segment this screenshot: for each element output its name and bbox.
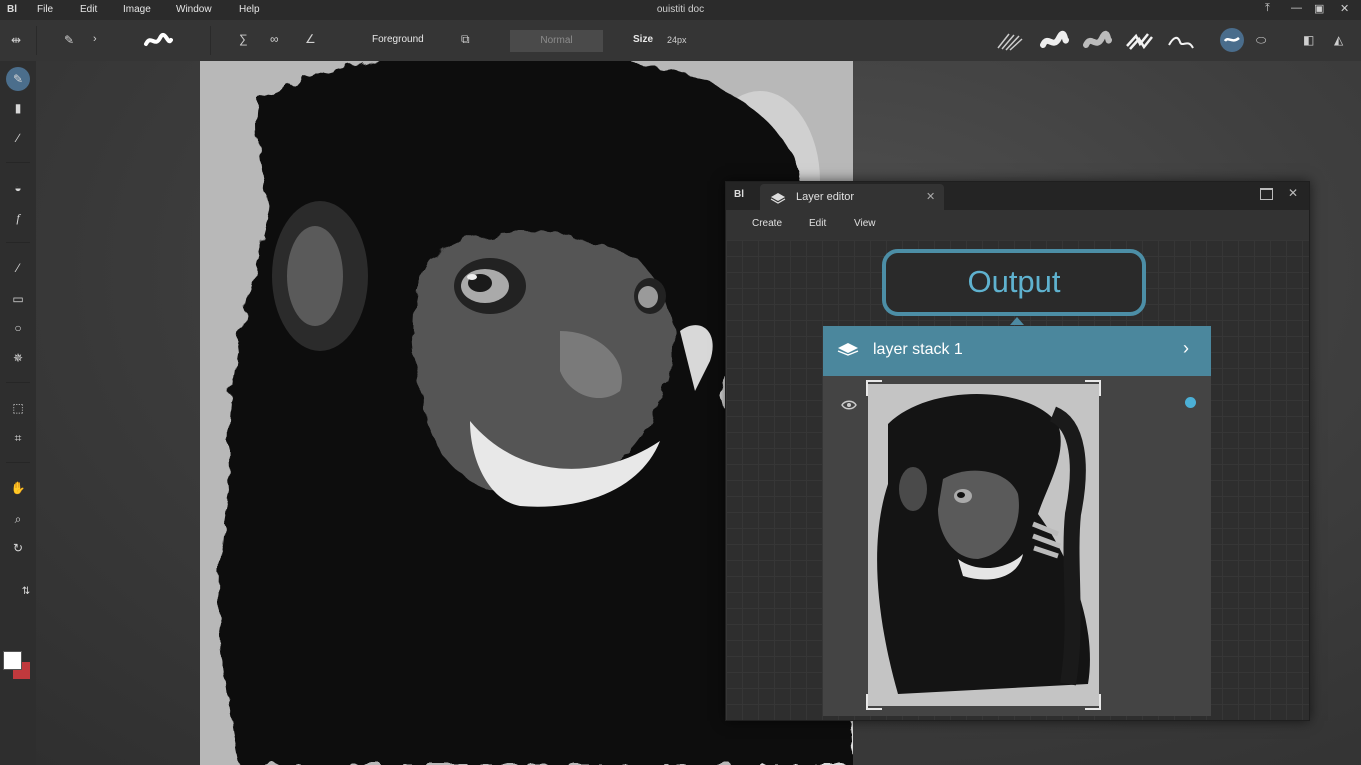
node-graph[interactable]: Output layer stack 1 › [726, 240, 1309, 720]
hand-icon[interactable]: ✋ [8, 478, 28, 498]
layer-stack-node[interactable]: layer stack 1 › [823, 326, 1211, 716]
layer-stack-body [823, 376, 1211, 716]
menubar: Bl File Edit Image Window Help ouistiti … [0, 0, 1361, 20]
zoom-icon[interactable]: ⌕ [8, 509, 28, 529]
panel-menubar: Create Edit View [726, 210, 1309, 240]
close-icon[interactable]: ✕ [1340, 2, 1349, 15]
function-icon[interactable]: f [8, 208, 28, 228]
output-label: Output [967, 264, 1061, 299]
fill-icon[interactable]: ◒ [8, 178, 28, 198]
tab-close-icon[interactable]: ✕ [926, 190, 935, 203]
panel-close-icon[interactable]: ✕ [1288, 186, 1298, 200]
panel-menu-view[interactable]: View [854, 218, 876, 229]
layer-thumbnail[interactable] [866, 380, 1101, 710]
transform-icon[interactable]: ⬚ [8, 398, 28, 418]
pin-icon[interactable]: ⤒ [1265, 2, 1270, 15]
separator [6, 382, 30, 383]
brush-tool-icon[interactable]: ✎ [64, 34, 74, 46]
brush-preset-4[interactable] [1124, 30, 1154, 52]
flip-horizontal-icon[interactable]: ◧ [1303, 34, 1314, 46]
brush-preset-3[interactable] [1082, 30, 1112, 52]
layer-output-port[interactable] [1185, 397, 1196, 408]
separator [210, 26, 211, 55]
chevron-right-icon[interactable]: › [93, 34, 97, 45]
toolbox: ✎ ▮ ∕ ◒ f ⁄ ▭ ○ ✵ ⬚ ⌗ ✋ ⌕ ↻ ⇅ [0, 61, 36, 765]
eraser-icon[interactable]: ▮ [8, 98, 28, 118]
collapse-icon[interactable]: ⇹ [11, 34, 21, 46]
selection-corner [866, 380, 882, 396]
panel-menu-create[interactable]: Create [752, 218, 782, 229]
brush-preset-1[interactable] [995, 30, 1025, 52]
size-label: Size [633, 34, 654, 45]
panel-menu-edit[interactable]: Edit [809, 218, 826, 229]
flip-vertical-icon[interactable]: ◭ [1334, 34, 1343, 46]
crop-icon[interactable]: ⌗ [8, 428, 28, 448]
eye-icon[interactable] [841, 397, 857, 415]
smoothing-icon[interactable]: ∑ [239, 33, 248, 45]
foreground-color-swatch[interactable] [3, 651, 22, 670]
options-toolbar: ⇹ ✎ › ∑ ∞ ∠ Foreground ⧉ Normal Size 24p… [0, 20, 1361, 62]
eyedropper-icon[interactable]: ∕ [8, 128, 28, 148]
panel-titlebar[interactable]: Bl Layer editor ✕ ✕ [726, 182, 1309, 210]
symmetry-icon[interactable]: ∞ [270, 33, 279, 45]
separator [36, 26, 37, 55]
layer-editor-panel: Bl Layer editor ✕ ✕ Create Edit View Out… [725, 181, 1310, 721]
line-icon[interactable]: ⁄ [8, 258, 28, 278]
brush-settings-button[interactable] [1220, 28, 1244, 52]
magic-select-icon[interactable]: ✵ [8, 348, 28, 368]
tab-label: Layer editor [796, 191, 855, 203]
tab-layer-editor[interactable]: Layer editor ✕ [760, 184, 944, 210]
output-node[interactable]: Output [882, 249, 1146, 316]
layer-stack-header[interactable]: layer stack 1 › [823, 326, 1211, 376]
brush-preset-2[interactable] [1039, 30, 1069, 52]
swap-colors-icon[interactable]: ⇅ [20, 582, 32, 602]
layer-stack-label: layer stack 1 [873, 341, 963, 358]
thumbnail-image [868, 384, 1099, 706]
selection-corner [1085, 380, 1101, 396]
layer-stack-icon [837, 342, 859, 361]
brush-stroke-preview[interactable] [143, 30, 173, 52]
color-source-label[interactable]: Foreground [372, 34, 424, 45]
minimize-icon[interactable]: — [1291, 2, 1302, 14]
selection-corner [1085, 694, 1101, 710]
separator [6, 242, 30, 243]
maximize-icon[interactable]: ▣ [1314, 2, 1324, 15]
node-connector [1010, 317, 1024, 325]
selection-corner [866, 694, 882, 710]
blend-mode-select[interactable]: Normal [510, 30, 603, 52]
document-title: ouistiti doc [656, 4, 705, 15]
rect-select-icon[interactable]: ▭ [8, 289, 28, 309]
swap-colors-icon[interactable]: ⧉ [461, 33, 470, 45]
size-value[interactable]: 24px [667, 35, 687, 45]
brush-preset-5[interactable] [1166, 30, 1196, 52]
angle-icon[interactable]: ∠ [305, 33, 316, 45]
separator [6, 162, 30, 163]
chevron-right-icon[interactable]: › [1183, 338, 1189, 359]
brush-library-icon[interactable]: ⬭ [1256, 34, 1266, 46]
rotate-view-icon[interactable]: ↻ [8, 538, 28, 558]
lasso-icon[interactable]: ○ [8, 318, 28, 338]
separator [6, 462, 30, 463]
panel-app-logo: Bl [734, 189, 744, 200]
layers-icon [770, 191, 786, 209]
brush-icon[interactable]: ✎ [6, 67, 30, 91]
panel-maximize-icon[interactable] [1260, 188, 1273, 200]
